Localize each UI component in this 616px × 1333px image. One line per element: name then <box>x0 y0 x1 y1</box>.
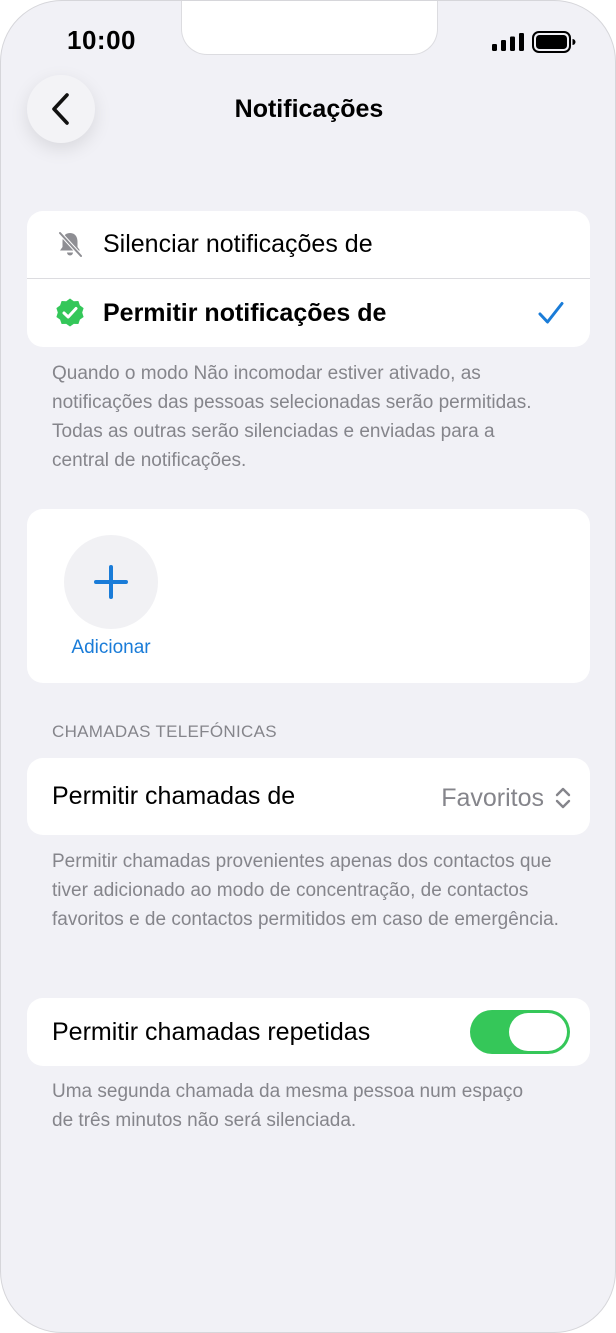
add-person-label: Adicionar <box>71 637 151 658</box>
repeated-calls-label: Permitir chamadas repetidas <box>52 1017 371 1046</box>
bell-slash-icon <box>58 231 83 258</box>
notification-options-card: Silenciar notificações de Permitir notif… <box>27 211 590 347</box>
repeated-calls-row: Permitir chamadas repetidas <box>27 998 590 1066</box>
allow-calls-row[interactable]: Permitir chamadas de Favoritos <box>27 758 590 835</box>
cellular-signal-icon <box>492 33 524 51</box>
allowed-people-card: Adicionar <box>27 509 590 683</box>
repeated-calls-footer: Uma segunda chamada da mesma pessoa num … <box>52 1081 524 1131</box>
allow-notifications-label: Permitir notificações de <box>103 298 387 327</box>
allow-calls-footer: Permitir chamadas provenientes apenas do… <box>52 851 559 930</box>
allow-notifications-row[interactable]: Permitir notificações de <box>27 279 590 347</box>
page-title: Notificações <box>234 95 384 123</box>
toggle-knob <box>509 1013 567 1051</box>
phone-frame: 10:00 Notificações Silenciar notificaçõe… <box>0 0 616 1333</box>
calls-section-header: CHAMADAS TELEFÓNICAS <box>52 722 277 741</box>
add-circle <box>64 535 158 629</box>
chevron-up-down-icon[interactable] <box>554 786 572 810</box>
allow-calls-card: Permitir chamadas de Favoritos <box>27 758 590 835</box>
allow-calls-label: Permitir chamadas de <box>52 782 296 810</box>
allow-calls-value[interactable]: Favoritos <box>441 784 544 813</box>
device-notch <box>181 1 438 55</box>
repeated-calls-card: Permitir chamadas repetidas <box>27 998 590 1066</box>
battery-icon <box>532 31 576 53</box>
silence-notifications-label: Silenciar notificações de <box>103 230 373 258</box>
silence-notifications-row[interactable]: Silenciar notificações de <box>27 211 590 278</box>
plus-icon <box>94 565 128 599</box>
notification-options-footer: Quando o modo Não incomodar estiver ativ… <box>52 363 532 471</box>
repeated-calls-toggle[interactable] <box>470 1010 570 1054</box>
checkmark-icon <box>538 302 564 324</box>
status-time: 10:00 <box>67 25 136 55</box>
verified-badge-icon <box>56 298 84 327</box>
add-person-button[interactable]: Adicionar <box>27 509 195 683</box>
